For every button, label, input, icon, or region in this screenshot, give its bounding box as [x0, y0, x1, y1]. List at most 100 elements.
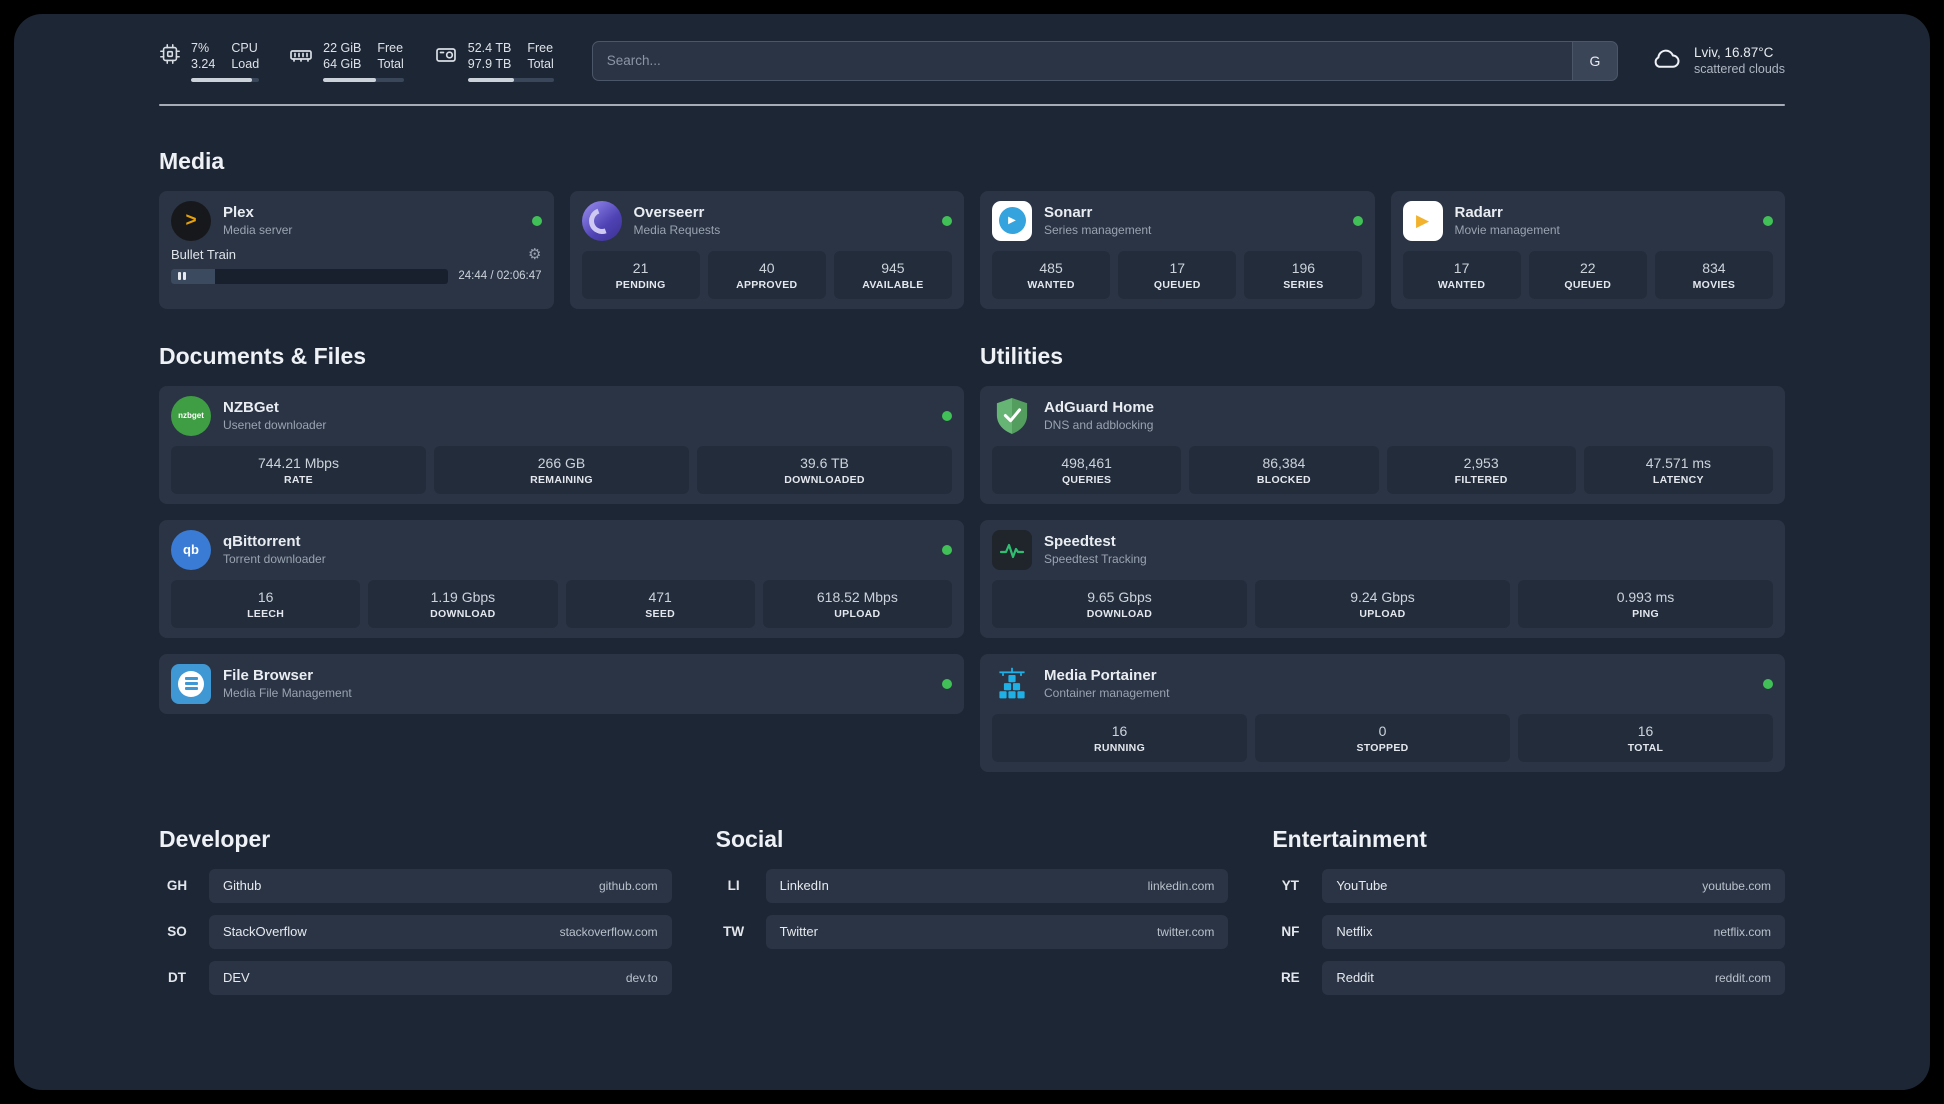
stat-tile: 744.21 Mbps RATE: [171, 445, 426, 494]
app-subtitle: Usenet downloader: [223, 418, 327, 432]
stat-tile: 17 WANTED: [1402, 250, 1521, 299]
app-name: Media Portainer: [1044, 667, 1157, 684]
now-playing-title: Bullet Train: [171, 246, 237, 262]
stat-tile: 22 QUEUED: [1528, 250, 1647, 299]
bookmark-youtube: YT YouTube youtube.com: [1272, 868, 1785, 903]
cpu-percent: 7%: [191, 41, 210, 55]
app-name: Sonarr: [1044, 204, 1093, 221]
bookmark-group-social: Social LI LinkedIn linkedin.com TW Twitt…: [716, 772, 1229, 1007]
ram-stat: 22 GiB 64 GiB Free Total: [289, 40, 404, 82]
app-subtitle: DNS and adblocking: [1044, 418, 1154, 432]
app-name: Plex: [223, 204, 254, 221]
stat-tile: 471 SEED: [565, 579, 755, 628]
cpu-icon: [159, 43, 181, 65]
pause-icon[interactable]: [178, 272, 186, 280]
seek-bar[interactable]: [171, 268, 449, 284]
app-subtitle: Speedtest Tracking: [1044, 552, 1147, 566]
documents-column: Documents & Files nzbget NZBGet Usenet d…: [159, 309, 964, 714]
cloud-icon: [1648, 43, 1684, 78]
linkedin-icon: LI: [727, 878, 740, 893]
app-name: File Browser: [223, 667, 314, 684]
stat-tile: 618.52 Mbps UPLOAD: [762, 579, 952, 628]
dashboard-page: 7% 3.24 CPU Load 22 GiB 64 GiB Free Tota…: [14, 14, 1930, 1090]
stat-tile: 266 GB REMAINING: [434, 445, 689, 494]
app-subtitle: Media Requests: [633, 223, 721, 237]
app-name: Overseerr: [633, 204, 705, 221]
status-dot: [942, 215, 952, 226]
app-name: AdGuard Home: [1044, 399, 1155, 416]
app-subtitle: Torrent downloader: [223, 552, 326, 566]
weather-condition: scattered clouds: [1693, 62, 1785, 77]
bookmark-link[interactable]: YouTube youtube.com: [1322, 868, 1785, 903]
stat-tile: 17 QUEUED: [1118, 250, 1237, 299]
app-card-radarr[interactable]: ▶ Radarr Movie management 17 WANTED 22 Q…: [1390, 190, 1785, 309]
stat-tile: 86,384 BLOCKED: [1189, 445, 1379, 494]
twitter-icon: TW: [723, 924, 745, 939]
radarr-icon: ▶: [1402, 200, 1443, 241]
stat-tile: 16 TOTAL: [1518, 713, 1773, 762]
app-card-overseerr[interactable]: Overseerr Media Requests 21 PENDING 40 A…: [569, 190, 964, 309]
stat-tile: 485 WANTED: [992, 250, 1111, 299]
stat-tile: 945 AVAILABLE: [833, 250, 952, 299]
ram-free-value: 22 GiB: [323, 41, 362, 55]
stat-tile: 39.6 TB DOWNLOADED: [697, 445, 952, 494]
status-dot: [942, 544, 952, 555]
status-dot: [531, 215, 542, 226]
disk-free-label: Free: [527, 41, 554, 55]
playback-time: 24:44 / 02:06:47: [458, 270, 542, 282]
plex-icon: >: [171, 200, 211, 241]
bookmark-link[interactable]: Github github.com: [209, 868, 672, 903]
app-card-portainer[interactable]: Media Portainer Container management 16 …: [980, 653, 1785, 772]
disk-free-value: 52.4 TB: [467, 41, 512, 55]
bookmark-netflix: NF Netflix netflix.com: [1272, 914, 1785, 949]
stat-tile: 40 APPROVED: [707, 250, 826, 299]
bookmark-linkedin: LI LinkedIn linkedin.com: [716, 868, 1229, 903]
bookmark-link[interactable]: Reddit reddit.com: [1322, 960, 1785, 995]
app-card-nzbget[interactable]: nzbget NZBGet Usenet downloader 744.21 M…: [159, 385, 964, 504]
dev-icon: DT: [168, 970, 186, 985]
cpu-label: CPU: [231, 41, 258, 55]
stat-tile: 0 STOPPED: [1255, 713, 1510, 762]
cpu-load-label: Load: [231, 57, 260, 72]
adguard-shield-icon: [992, 396, 1032, 436]
bookmark-link[interactable]: Netflix netflix.com: [1322, 914, 1785, 949]
app-subtitle: Container management: [1044, 686, 1170, 700]
reddit-icon: RE: [1280, 970, 1300, 985]
bookmark-group-developer: Developer GH Github github.com SO StackO…: [159, 772, 672, 1007]
stat-tile: 47.571 ms LATENCY: [1583, 445, 1773, 494]
ram-icon: [289, 43, 313, 67]
bookmark-github: GH Github github.com: [159, 868, 672, 903]
bookmark-group-entertainment: Entertainment YT YouTube youtube.com NF …: [1272, 772, 1785, 1007]
media-grid: > Plex Media server Bullet Train ⚙ 24:44…: [159, 190, 1785, 309]
status-dot: [942, 678, 952, 689]
bookmark-link[interactable]: LinkedIn linkedin.com: [765, 868, 1229, 903]
app-card-plex[interactable]: > Plex Media server Bullet Train ⚙ 24:44…: [159, 190, 554, 309]
app-card-qbittorrent[interactable]: qb qBittorrent Torrent downloader 16 LEE…: [159, 519, 964, 638]
stat-tile: 498,461 QUERIES: [992, 445, 1182, 494]
github-icon: GH: [166, 878, 188, 893]
bookmark-stackoverflow: SO StackOverflow stackoverflow.com: [159, 914, 672, 949]
cpu-usage-bar: [191, 77, 260, 82]
top-bar: 7% 3.24 CPU Load 22 GiB 64 GiB Free Tota…: [159, 40, 1785, 82]
section-title-developer: Developer: [159, 825, 271, 852]
stackoverflow-icon: SO: [167, 924, 187, 939]
app-card-filebrowser[interactable]: File Browser Media File Management: [159, 653, 964, 714]
bookmark-link[interactable]: StackOverflow stackoverflow.com: [209, 914, 672, 949]
search-provider-button[interactable]: G: [1571, 40, 1618, 81]
gear-icon[interactable]: ⚙: [528, 247, 541, 262]
overseerr-icon: [581, 200, 622, 241]
weather-widget: Lviv, 16.87°C scattered clouds: [1648, 43, 1785, 78]
app-card-speedtest[interactable]: Speedtest Speedtest Tracking 9.65 Gbps D…: [980, 519, 1785, 638]
stat-tile: 9.65 Gbps DOWNLOAD: [992, 579, 1247, 628]
ram-total-value: 64 GiB: [323, 57, 362, 72]
bookmark-link[interactable]: Twitter twitter.com: [765, 914, 1229, 949]
header-divider: [159, 103, 1785, 106]
status-dot: [1352, 215, 1363, 226]
app-card-sonarr[interactable]: ▶ Sonarr Series management 485 WANTED 17…: [980, 190, 1375, 309]
disk-total-label: Total: [527, 57, 554, 72]
weather-location: Lviv, 16.87°C: [1693, 45, 1774, 61]
bookmark-link[interactable]: DEV dev.to: [209, 960, 672, 995]
youtube-icon: YT: [1281, 878, 1299, 893]
app-card-adguard[interactable]: AdGuard Home DNS and adblocking 498,461 …: [980, 385, 1785, 504]
search-input[interactable]: [591, 40, 1572, 81]
